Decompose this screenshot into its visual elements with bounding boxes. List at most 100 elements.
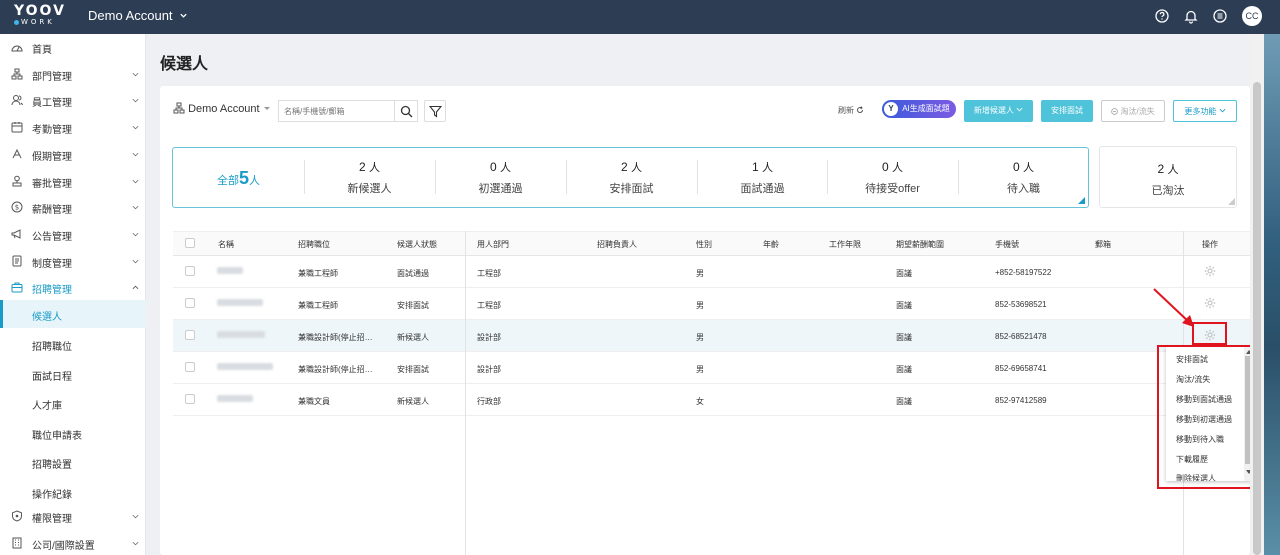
sidebar-item-permissions[interactable]: 權限管理 <box>0 503 146 529</box>
sidebar-item-recruitment[interactable]: 招聘管理 <box>0 274 146 300</box>
chevron-down-icon <box>132 232 139 237</box>
gear-icon[interactable] <box>1204 265 1216 277</box>
yoov-work-logo[interactable]: YOOV WORK <box>14 4 66 26</box>
page-scrollbar[interactable] <box>1250 34 1264 555</box>
column-header-gender[interactable]: 性別 <box>696 239 712 250</box>
sidebar-item-salary[interactable]: $ 薪酬管理 <box>0 194 146 220</box>
stat-all[interactable]: 全部5人 <box>173 160 304 196</box>
help-icon[interactable] <box>1154 8 1170 24</box>
sidebar-item-home[interactable]: 首頁 <box>0 34 146 60</box>
reject-label: 淘汰/流失 <box>1120 107 1155 116</box>
column-header-position[interactable]: 招聘職位 <box>298 239 330 250</box>
sidebar-item-announcement[interactable]: 公告管理 <box>0 221 146 247</box>
page-title: 候選人 <box>160 56 209 73</box>
stat-interview-scheduled[interactable]: 2 人安排面試 <box>566 147 697 207</box>
column-header-name[interactable]: 名稱 <box>218 239 234 250</box>
ai-interview-questions-button[interactable]: Y AI生成面試題 <box>882 100 956 118</box>
search-button[interactable] <box>394 100 418 122</box>
cell-position: 兼職工程師 <box>298 301 338 310</box>
row-checkbox[interactable] <box>185 394 195 404</box>
row-checkbox[interactable] <box>185 362 195 372</box>
blurred-candidate-name[interactable] <box>217 299 263 306</box>
chevron-down-icon <box>132 152 139 157</box>
column-header-experience[interactable]: 工作年限 <box>829 239 861 250</box>
sidebar-item-approval[interactable]: 審批管理 <box>0 168 146 194</box>
account-switcher[interactable]: Demo Account <box>88 8 188 23</box>
add-candidate-button[interactable]: 新增候選人 <box>964 100 1033 122</box>
stat-interview-passed[interactable]: 1 人面試通過 <box>697 147 828 207</box>
more-functions-button[interactable]: 更多功能 <box>1173 100 1237 122</box>
stat-all-prefix: 全部 <box>216 175 239 187</box>
column-header-phone[interactable]: 手機號 <box>995 239 1019 250</box>
column-header-department[interactable]: 用人部門 <box>477 239 509 250</box>
table-row[interactable]: 兼職工程師 面試通過 工程部 男 面議 +852-58197522 <box>173 256 1250 288</box>
sidebar-item-attendance[interactable]: 考勤管理 <box>0 114 146 140</box>
cell-status: 面試通過 <box>397 269 429 278</box>
row-checkbox[interactable] <box>185 330 195 340</box>
document-icon <box>12 255 22 267</box>
filter-button[interactable] <box>424 100 446 122</box>
stat-pending-onboarding[interactable]: 0 人待入職 <box>958 147 1089 207</box>
reject-button[interactable]: 淘汰/流失 <box>1101 100 1165 122</box>
settings-circle-icon[interactable] <box>1212 8 1228 24</box>
home-icon <box>11 45 23 52</box>
stat-preliminary-passed[interactable]: 0 人初選通過 <box>435 147 566 207</box>
sidebar-subitem-talent-pool[interactable]: 人才庫 <box>0 389 146 417</box>
sidebar-subitem-interview-schedule[interactable]: 面試日程 <box>0 360 146 388</box>
sidebar-item-leave[interactable]: 假期管理 <box>0 141 146 167</box>
column-header-age[interactable]: 年齡 <box>763 239 779 250</box>
chevron-up-icon <box>132 285 139 290</box>
chevron-down-icon <box>132 125 139 130</box>
blurred-candidate-name[interactable] <box>217 395 253 402</box>
sidebar-subitem-application-form[interactable]: 職位申請表 <box>0 419 146 447</box>
table-row[interactable]: 兼職工程師 安排面試 工程部 男 面議 852-53698521 <box>173 288 1250 320</box>
cell-gender: 男 <box>696 269 704 278</box>
account-filter[interactable]: Demo Account <box>173 102 271 115</box>
stat-unit: 人 <box>892 162 904 174</box>
blurred-candidate-name[interactable] <box>217 363 273 370</box>
table-row[interactable]: 兼職設計師(停止招… 新候選人 設計部 男 面議 852-68521478 <box>173 320 1250 352</box>
stat-count: 1 <box>751 160 759 174</box>
top-bar: YOOV WORK Demo Account CC <box>0 0 1280 34</box>
table-row[interactable]: 兼職設計師(停止招… 安排面試 設計部 男 面議 852-69658741 <box>173 352 1250 384</box>
column-header-recruiter[interactable]: 招聘負責人 <box>597 239 637 250</box>
minus-circle-icon <box>1111 108 1119 115</box>
search-input[interactable] <box>278 100 394 122</box>
cell-salary: 面議 <box>896 269 912 278</box>
chevron-down-icon <box>132 259 139 264</box>
sidebar-subitem-recruitment-settings[interactable]: 招聘設置 <box>0 448 146 476</box>
account-name: Demo Account <box>88 8 173 23</box>
select-all-checkbox[interactable] <box>185 238 195 248</box>
blurred-candidate-name[interactable] <box>217 267 243 274</box>
user-avatar[interactable]: CC <box>1242 6 1262 26</box>
row-checkbox[interactable] <box>185 298 195 308</box>
table-row[interactable]: 兼職文員 新候選人 行政部 女 面議 852-97412589 <box>173 384 1250 416</box>
column-header-email[interactable]: 郵箱 <box>1095 239 1111 250</box>
sidebar-item-policy[interactable]: 制度管理 <box>0 248 146 274</box>
column-header-status[interactable]: 候選人狀態 <box>397 239 437 250</box>
page-scrollbar-thumb[interactable] <box>1253 82 1261 555</box>
sidebar-subitem-job-positions[interactable]: 招聘職位 <box>0 330 146 358</box>
stat-new-candidates[interactable]: 2 人新候選人 <box>304 147 435 207</box>
calendar-icon <box>11 122 23 133</box>
sidebar-item-label: 公司/國際設置 <box>32 541 95 552</box>
stat-eliminated[interactable]: 2 人 已淘汰 <box>1099 146 1237 208</box>
refresh-button[interactable]: 刷新 <box>838 105 864 116</box>
refresh-icon <box>857 106 864 113</box>
stat-awaiting-offer[interactable]: 0 人待接受offer <box>827 147 958 207</box>
stat-unit: 人 <box>1023 162 1035 174</box>
gear-icon[interactable] <box>1204 297 1216 309</box>
row-checkbox[interactable] <box>185 266 195 276</box>
column-header-salary[interactable]: 期望薪酬範圍 <box>896 239 944 250</box>
blurred-candidate-name[interactable] <box>217 331 265 338</box>
stat-unit: 人 <box>369 162 381 174</box>
column-header-actions: 操作 <box>1202 240 1218 249</box>
sidebar-item-company-settings[interactable]: 公司/國際設置 <box>0 530 146 555</box>
sidebar-subitem-candidates[interactable]: 候選人 <box>0 300 146 328</box>
bell-icon[interactable] <box>1183 8 1199 24</box>
schedule-interview-button[interactable]: 安排面試 <box>1041 100 1093 122</box>
sidebar-subitem-operation-log[interactable]: 操作紀錄 <box>0 478 146 506</box>
sidebar-item-department[interactable]: 部門管理 <box>0 61 146 87</box>
sidebar-item-employee[interactable]: 員工管理 <box>0 87 146 113</box>
cell-department: 行政部 <box>477 397 501 406</box>
